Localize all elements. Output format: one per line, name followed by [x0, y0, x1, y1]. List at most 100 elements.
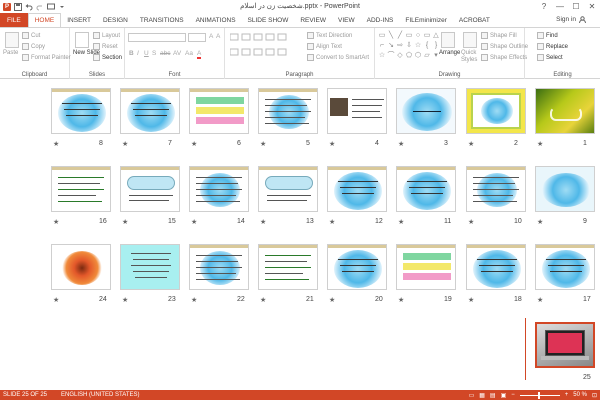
increase-font-icon[interactable]: A: [209, 33, 213, 40]
start-slideshow-icon[interactable]: [47, 3, 55, 11]
shape-icon[interactable]: ⇩: [405, 41, 413, 50]
shape-fill-button[interactable]: Shape Fill: [481, 32, 517, 39]
reset-button[interactable]: Reset: [93, 43, 118, 50]
paste-button[interactable]: Paste: [3, 50, 18, 56]
char-spacing-button[interactable]: AV: [173, 50, 181, 57]
slide-thumbnail[interactable]: [258, 244, 318, 290]
tab-acrobat[interactable]: ACROBAT: [453, 13, 496, 27]
slide-thumbnail[interactable]: [327, 244, 387, 290]
transition-star-icon[interactable]: ★: [468, 296, 474, 304]
align-icons[interactable]: [230, 48, 290, 57]
zoom-out-icon[interactable]: −: [511, 392, 515, 398]
undo-icon[interactable]: [25, 3, 33, 11]
slide-thumbnail[interactable]: [120, 166, 180, 212]
maximize-button[interactable]: ☐: [568, 0, 584, 13]
transition-star-icon[interactable]: ★: [398, 140, 404, 148]
bullets-icon[interactable]: [230, 33, 290, 42]
slide-thumbnail[interactable]: [327, 88, 387, 134]
convert-smartart-button[interactable]: Convert to SmartArt: [307, 54, 369, 61]
slide-thumbnail[interactable]: [466, 166, 526, 212]
strikethrough-button[interactable]: abc: [160, 50, 170, 57]
tab-transitions[interactable]: TRANSITIONS: [134, 13, 190, 27]
tab-insert[interactable]: INSERT: [61, 13, 97, 27]
shape-outline-button[interactable]: Shape Outline: [481, 43, 528, 50]
transition-star-icon[interactable]: ★: [191, 218, 197, 226]
transition-star-icon[interactable]: ★: [468, 140, 474, 148]
replace-button[interactable]: Replace: [537, 43, 568, 50]
transition-star-icon[interactable]: ★: [537, 296, 543, 304]
shape-icon[interactable]: ⌒: [387, 51, 395, 60]
bold-button[interactable]: B: [129, 50, 134, 57]
transition-star-icon[interactable]: ★: [260, 218, 266, 226]
transition-star-icon[interactable]: ★: [191, 296, 197, 304]
italic-button[interactable]: I: [137, 50, 139, 57]
shape-icon[interactable]: ⬡: [414, 51, 422, 60]
transition-star-icon[interactable]: ★: [398, 218, 404, 226]
save-icon[interactable]: [14, 2, 22, 11]
slide-thumbnail[interactable]: [535, 88, 595, 134]
slide-thumbnail[interactable]: [396, 166, 456, 212]
shape-icon[interactable]: ⬠: [405, 51, 413, 60]
shape-icon[interactable]: ○: [414, 31, 422, 40]
reading-view-icon[interactable]: ▣: [501, 392, 507, 399]
help-icon[interactable]: ?: [536, 0, 552, 13]
minimize-button[interactable]: —: [552, 0, 568, 13]
tab-slide-show[interactable]: SLIDE SHOW: [242, 13, 295, 27]
transition-star-icon[interactable]: ★: [53, 218, 59, 226]
customize-qat-icon[interactable]: [58, 3, 66, 11]
slide-thumbnail[interactable]: [535, 244, 595, 290]
underline-button[interactable]: U: [144, 50, 149, 57]
shape-icon[interactable]: ☆: [414, 41, 422, 50]
shape-icon[interactable]: ☆: [378, 51, 386, 60]
tab-review[interactable]: REVIEW: [294, 13, 332, 27]
cut-button[interactable]: Cut: [22, 32, 40, 39]
shape-icon[interactable]: ▭: [378, 31, 386, 40]
zoom-thumb[interactable]: [537, 391, 540, 399]
quick-styles-icon[interactable]: [463, 32, 477, 48]
slide-thumbnail[interactable]: [258, 166, 318, 212]
notes-view-icon[interactable]: ▭: [469, 392, 475, 399]
transition-star-icon[interactable]: ★: [191, 140, 197, 148]
quick-styles-button[interactable]: Quick Styles: [461, 50, 483, 64]
slide-thumbnail[interactable]: [51, 166, 111, 212]
slide-thumbnail[interactable]: [327, 166, 387, 212]
slide-thumbnail[interactable]: [258, 88, 318, 134]
shape-icon[interactable]: ╲: [387, 31, 395, 40]
close-button[interactable]: ✕: [584, 0, 600, 13]
transition-star-icon[interactable]: ★: [260, 140, 266, 148]
transition-star-icon[interactable]: ★: [468, 218, 474, 226]
shape-icon[interactable]: ↘: [387, 41, 395, 50]
shape-icon[interactable]: ◇: [396, 51, 404, 60]
transition-star-icon[interactable]: ★: [53, 140, 59, 148]
transition-star-icon[interactable]: ★: [122, 140, 128, 148]
shape-icon[interactable]: △: [432, 31, 440, 40]
shape-icon[interactable]: ⇨: [396, 41, 404, 50]
zoom-slider[interactable]: [519, 391, 560, 399]
shape-icon[interactable]: {: [423, 41, 431, 50]
shape-icon[interactable]: ⌐: [378, 41, 386, 50]
transition-star-icon[interactable]: ★: [398, 296, 404, 304]
language-indicator[interactable]: ENGLISH (UNITED STATES): [61, 392, 139, 398]
transition-star-icon[interactable]: ★: [122, 296, 128, 304]
transition-star-icon[interactable]: ★: [122, 218, 128, 226]
slide-thumbnail[interactable]: [189, 244, 249, 290]
slide-thumbnail[interactable]: [51, 88, 111, 134]
shape-icon[interactable]: ▭: [405, 31, 413, 40]
transition-star-icon[interactable]: ★: [260, 296, 266, 304]
slide-thumbnail[interactable]: [396, 244, 456, 290]
slide-thumbnail[interactable]: [466, 244, 526, 290]
tab-view[interactable]: VIEW: [332, 13, 361, 27]
tab-fileminimizer[interactable]: FILEminimizer: [399, 13, 453, 27]
sign-in-link[interactable]: Sign in: [556, 16, 586, 23]
slide-thumbnail[interactable]: [51, 244, 111, 290]
zoom-in-icon[interactable]: +: [565, 392, 569, 398]
transition-star-icon[interactable]: ★: [537, 218, 543, 226]
slide-thumbnail[interactable]: [120, 88, 180, 134]
change-case-button[interactable]: Aa: [185, 50, 193, 57]
slide-thumbnail[interactable]: [396, 88, 456, 134]
format-painter-button[interactable]: Format Painter: [22, 54, 71, 61]
font-size-select[interactable]: [188, 33, 206, 42]
decrease-font-icon[interactable]: A: [216, 33, 220, 40]
tab-animations[interactable]: ANIMATIONS: [190, 13, 242, 27]
text-direction-button[interactable]: Text Direction: [307, 32, 352, 39]
